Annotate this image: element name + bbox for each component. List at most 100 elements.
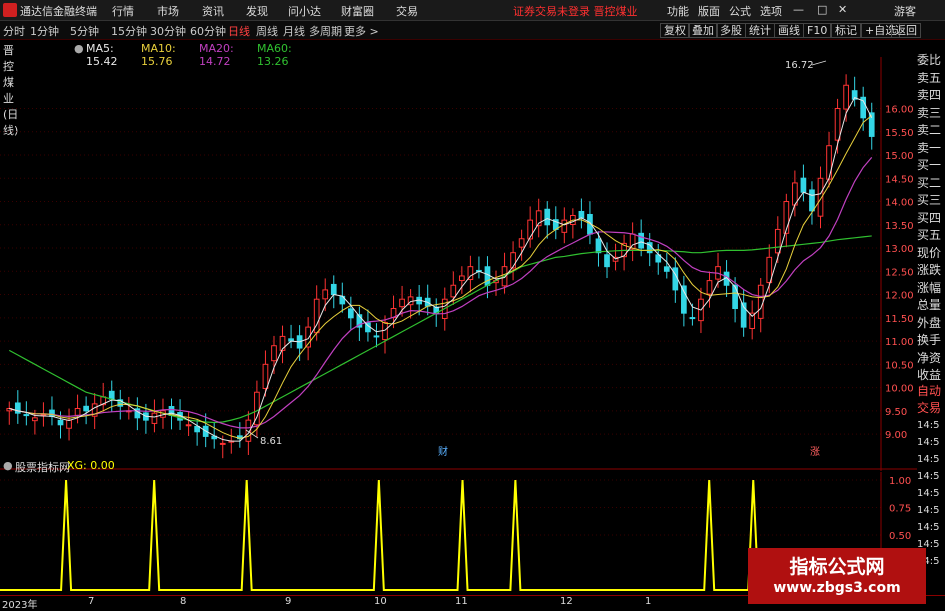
price-tick-label: 13.00 xyxy=(885,244,914,255)
overlay-button[interactable]: 叠加 xyxy=(688,23,718,38)
candle-body xyxy=(689,317,696,320)
login-notice[interactable]: 证券交易未登录 晋控煤业 xyxy=(513,3,638,19)
price-tick-label: 10.00 xyxy=(885,384,914,395)
price-tick-label: 9.50 xyxy=(885,407,907,418)
candle-body xyxy=(809,189,815,212)
trade-time: 14:5 xyxy=(917,454,940,465)
menu-discover[interactable]: 发现 xyxy=(246,3,268,19)
statistics-button[interactable]: 统计 xyxy=(745,23,775,38)
maximize-icon[interactable]: □ xyxy=(817,3,827,16)
quote-panel-label: 买四 xyxy=(917,210,942,225)
candle-body xyxy=(66,419,72,429)
guest-label[interactable]: 游客 xyxy=(894,3,916,19)
period-tab[interactable]: 5分钟 xyxy=(70,23,99,39)
minimize-icon[interactable]: — xyxy=(793,3,804,16)
candle-body xyxy=(638,232,645,249)
menu-function[interactable]: 功能 xyxy=(667,3,689,19)
app-name: 通达信金融终端 xyxy=(20,5,97,18)
candle-body xyxy=(518,238,525,248)
period-tab[interactable]: 分时 xyxy=(3,23,25,39)
date-label: 8 xyxy=(180,596,187,607)
price-tick-label: 12.00 xyxy=(885,291,914,302)
ma10-line xyxy=(9,115,873,439)
candle-body xyxy=(749,312,756,329)
period-tab[interactable]: 1分钟 xyxy=(30,23,59,39)
menu-market[interactable]: 市场 xyxy=(157,3,179,19)
candle-body xyxy=(663,266,670,272)
price-axis: 16.00 15.50 15.00 14.50 14.00 13.50 13.00 12.50… xyxy=(885,105,914,442)
candle-body xyxy=(57,419,64,426)
candle-body xyxy=(484,266,491,286)
menu-news[interactable]: 资讯 xyxy=(202,3,224,19)
sub-settings-icon[interactable]: ● xyxy=(3,459,13,472)
settings-icon[interactable]: ● xyxy=(74,42,84,55)
signal-axis: 1.00 0.75 0.50 xyxy=(889,476,911,542)
menu-ask[interactable]: 问小达 xyxy=(288,3,321,19)
period-tab-active[interactable]: 日线 xyxy=(228,23,250,39)
quote-panel-label: 涨幅 xyxy=(917,280,942,295)
period-tab[interactable]: 60分钟 xyxy=(190,23,226,39)
candle-body xyxy=(83,405,89,412)
menu-formula[interactable]: 公式 xyxy=(729,3,751,19)
quote-panel-label: 净资 xyxy=(917,350,942,365)
candle-body xyxy=(544,208,551,226)
multi-stock-button[interactable]: 多股 xyxy=(716,23,746,38)
trade-time: 14:5 xyxy=(917,505,940,516)
close-icon[interactable]: ✕ xyxy=(838,3,847,16)
candle-body xyxy=(23,414,30,417)
more-periods-button[interactable]: 更多 > xyxy=(344,23,379,39)
quote-panel-label: 换手 xyxy=(917,333,942,347)
menu-options[interactable]: 选项 xyxy=(760,3,782,19)
quote-panel-label: 买五 xyxy=(917,228,942,242)
candle-body xyxy=(458,275,465,282)
period-tab[interactable]: 月线 xyxy=(283,23,305,39)
back-button[interactable]: 返回 xyxy=(891,23,921,38)
restore-right-button[interactable]: 复权 xyxy=(660,23,690,38)
candle-body xyxy=(219,442,226,445)
draw-line-button[interactable]: 画线 xyxy=(774,23,804,38)
price-tick-label: 15.00 xyxy=(885,151,914,162)
candle-body xyxy=(561,219,568,233)
period-tab[interactable]: 30分钟 xyxy=(150,23,186,39)
signal-tick-label: 0.75 xyxy=(889,504,911,515)
candle-body xyxy=(527,219,534,240)
watermark-title: 指标公式网 xyxy=(789,556,885,578)
candle-body xyxy=(49,409,55,417)
period-tab[interactable]: 多周期 xyxy=(309,23,342,39)
candle-body xyxy=(826,145,832,180)
quote-panel-label: 现价 xyxy=(917,245,942,260)
candle-body xyxy=(262,363,269,389)
trade-time: 14:5 xyxy=(917,437,940,448)
f10-button[interactable]: F10 xyxy=(803,23,832,38)
candle-body xyxy=(347,308,354,319)
high-marker-line xyxy=(811,60,827,66)
signal-tick-label: 1.00 xyxy=(889,476,911,487)
period-toolbar: 分时 1分钟 5分钟 15分钟 30分钟 60分钟 日线 周线 月线 多周期 更… xyxy=(0,21,945,40)
menu-layout[interactable]: 版面 xyxy=(698,3,720,19)
site-watermark: 指标公式网 www.zbgs3.com xyxy=(748,548,926,604)
menu-wealth[interactable]: 财富圈 xyxy=(341,3,374,19)
quote-panel-label: 卖一 xyxy=(917,140,942,155)
period-tab[interactable]: 15分钟 xyxy=(111,23,147,39)
quote-panel-label[interactable]: 自动 xyxy=(917,383,945,399)
kline-chart[interactable]: 16.00 15.50 15.00 14.50 14.00 13.50 13.00 12.50… xyxy=(0,57,917,471)
low-price-marker: 8.61 xyxy=(260,436,282,447)
ma60-line xyxy=(8,235,872,424)
date-label: 10 xyxy=(374,596,387,607)
date-label: 9 xyxy=(285,596,292,607)
menu-trade[interactable]: 交易 xyxy=(396,3,418,19)
candle-body xyxy=(322,289,329,300)
app-logo-icon xyxy=(3,3,17,17)
menu-quotes[interactable]: 行情 xyxy=(112,3,134,19)
candle-body xyxy=(800,177,807,193)
quote-panel-label[interactable]: 交易 xyxy=(917,400,945,416)
grid-lines xyxy=(0,108,881,435)
price-tick-label: 16.00 xyxy=(885,105,914,116)
price-tick-label: 11.50 xyxy=(885,314,914,325)
quote-panel-label: 买二 xyxy=(917,175,942,190)
mark-button[interactable]: 标记 xyxy=(831,23,861,38)
period-tab[interactable]: 周线 xyxy=(256,23,278,39)
high-price-marker: 16.72 xyxy=(785,60,814,71)
trade-time: 14:5 xyxy=(917,488,940,499)
price-tick-label: 11.00 xyxy=(885,337,914,348)
